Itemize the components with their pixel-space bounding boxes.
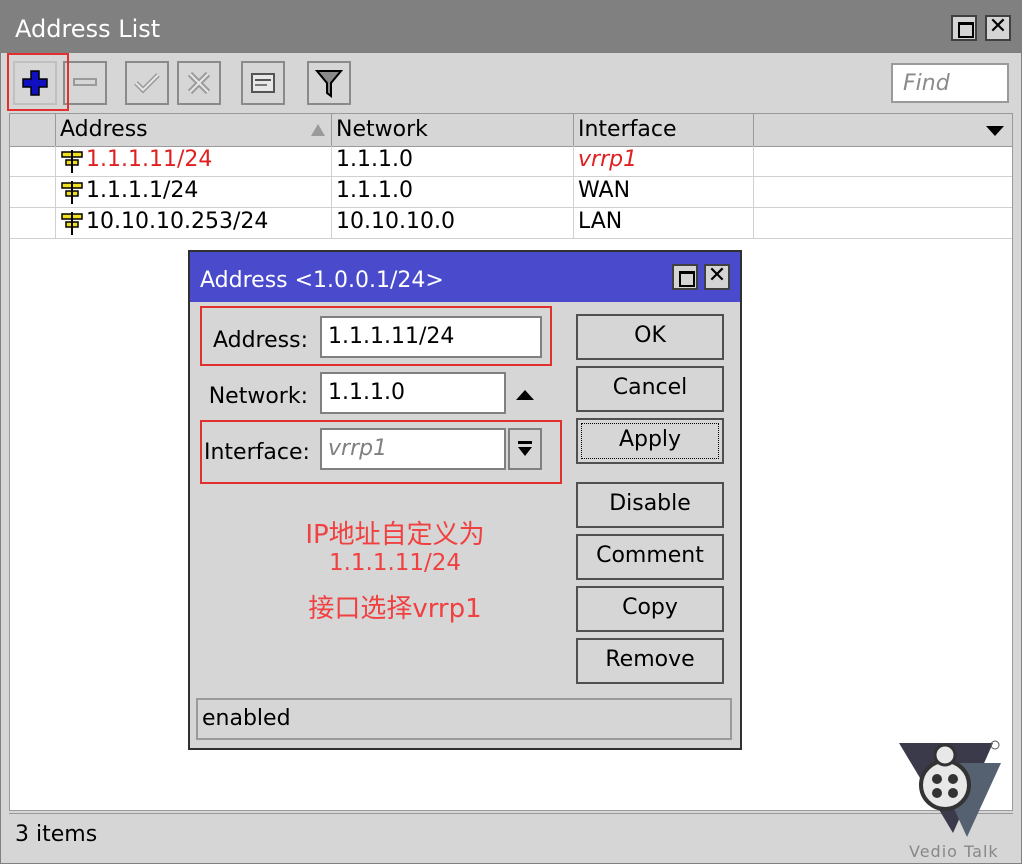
item-count: 3 items	[15, 822, 98, 847]
maximize-button[interactable]	[951, 15, 977, 41]
add-button-highlight	[7, 53, 69, 111]
address-icon	[60, 149, 84, 179]
address-dialog: Address <1.0.0.1/24> ✕ Address: 1.1.1.11…	[188, 250, 742, 750]
filter-button[interactable]	[307, 61, 351, 105]
close-button[interactable]: ✕	[985, 14, 1011, 41]
status-bar: 3 items	[9, 813, 1013, 858]
filter-icon	[314, 70, 344, 98]
network-label: Network:	[208, 384, 308, 409]
column-header-interface[interactable]: Interface	[574, 114, 754, 146]
dialog-close-button[interactable]: ✕	[704, 263, 730, 290]
collapse-up-icon[interactable]	[516, 390, 534, 400]
interface-select[interactable]: vrrp1	[320, 428, 506, 470]
address-icon	[60, 211, 84, 241]
column-chooser[interactable]	[754, 114, 1012, 146]
address-label: Address:	[212, 328, 308, 353]
copy-button[interactable]: Copy	[576, 586, 724, 632]
column-header-flags[interactable]	[10, 114, 56, 146]
maximize-icon	[679, 271, 695, 287]
column-header-network[interactable]: Network	[332, 114, 574, 146]
annotation-line-1: IP地址自定义为	[305, 520, 485, 550]
annotation-line-2: 1.1.1.11/24	[328, 550, 462, 576]
watermark-logo: Vedio Talk	[893, 733, 1015, 863]
dropdown-arrow-icon	[518, 441, 532, 456]
network-cell: 10.10.10.0	[332, 208, 574, 238]
address-icon	[60, 180, 84, 210]
address-cell: 10.10.10.253/24	[86, 209, 269, 234]
window-title: Address List	[15, 15, 161, 43]
close-icon: ✕	[988, 14, 1008, 39]
toolbar	[1, 53, 1021, 113]
dialog-titlebar[interactable]: Address <1.0.0.1/24> ✕	[190, 252, 740, 302]
close-icon: ✕	[707, 263, 727, 288]
column-header-address[interactable]: Address	[56, 114, 332, 146]
dialog-maximize-button[interactable]	[672, 264, 698, 290]
remove-button[interactable]	[63, 61, 107, 105]
address-field[interactable]: 1.1.1.11/24	[320, 316, 542, 358]
ok-button[interactable]: OK	[576, 314, 724, 360]
table-row[interactable]: 1.1.1.11/24 1.1.1.0 vrrp1	[10, 146, 1012, 177]
maximize-icon	[958, 22, 974, 38]
sort-ascending-icon	[311, 124, 325, 136]
minus-icon	[73, 78, 97, 86]
comment-button[interactable]: Comment	[576, 534, 724, 580]
camera-logo-icon	[899, 740, 1001, 837]
apply-button[interactable]: Apply	[576, 418, 724, 464]
interface-cell: vrrp1	[574, 146, 754, 176]
annotation-line-3: 接口选择vrrp1	[308, 594, 482, 624]
check-icon	[134, 73, 160, 94]
disable-button[interactable]: Disable	[576, 482, 724, 528]
remove-button[interactable]: Remove	[576, 638, 724, 684]
table-header: Address Network Interface	[10, 114, 1012, 147]
network-cell: 1.1.1.0	[332, 146, 574, 176]
network-cell: 1.1.1.0	[332, 177, 574, 207]
chevron-down-icon	[986, 126, 1004, 136]
watermark-text: Vedio Talk	[909, 842, 999, 861]
window-titlebar[interactable]: Address List ✕	[1, 1, 1021, 53]
address-cell: 1.1.1.1/24	[86, 178, 199, 203]
note-icon	[251, 73, 275, 93]
comment-button[interactable]	[241, 61, 285, 105]
cancel-button[interactable]: Cancel	[576, 366, 724, 412]
cross-icon	[187, 71, 211, 95]
interface-label: Interface:	[204, 440, 310, 465]
table-row[interactable]: 10.10.10.253/24 10.10.10.0 LAN	[10, 208, 1012, 239]
find-input[interactable]: Find	[891, 63, 1009, 103]
interface-cell: LAN	[574, 208, 754, 238]
dialog-status: enabled	[196, 698, 732, 740]
address-cell: 1.1.1.11/24	[86, 147, 213, 172]
enable-button[interactable]	[125, 61, 169, 105]
dialog-title: Address <1.0.0.1/24>	[200, 268, 444, 293]
disable-button[interactable]	[177, 61, 221, 105]
table-row[interactable]: 1.1.1.1/24 1.1.1.0 WAN	[10, 177, 1012, 208]
network-field[interactable]: 1.1.1.0	[320, 372, 506, 414]
interface-cell: WAN	[574, 177, 754, 207]
interface-dropdown-button[interactable]	[508, 428, 542, 470]
